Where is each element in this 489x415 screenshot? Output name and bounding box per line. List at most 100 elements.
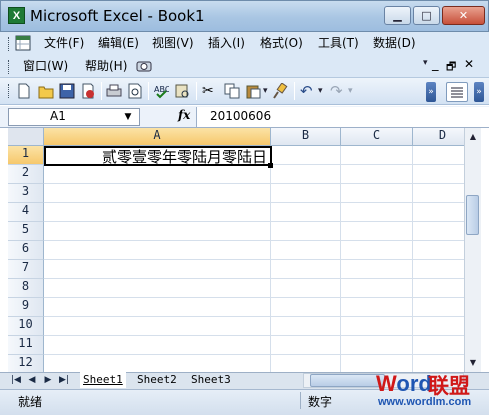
grid-line xyxy=(44,297,464,298)
sheet-tab-3[interactable]: Sheet3 xyxy=(188,372,234,388)
research-icon[interactable] xyxy=(136,59,152,73)
window-title: Microsoft Excel - Book1 xyxy=(30,7,205,25)
menu-insert[interactable]: 插入(I) xyxy=(205,34,248,52)
redo-dropdown-icon[interactable]: ▾ xyxy=(348,86,353,96)
open-icon[interactable] xyxy=(38,83,54,99)
format-painter-icon[interactable] xyxy=(272,82,288,99)
grid-line xyxy=(44,259,464,260)
paste-icon[interactable] xyxy=(245,83,261,99)
row-header[interactable]: 6 xyxy=(8,241,44,260)
doc-minimize-icon[interactable]: _ xyxy=(432,57,439,72)
cut-icon[interactable]: ✂ xyxy=(202,83,218,99)
grid-line xyxy=(44,316,464,317)
status-ready: 就绪 xyxy=(18,395,43,409)
row-header[interactable]: 3 xyxy=(8,184,44,203)
menu-window[interactable]: 窗口(W) xyxy=(20,57,71,75)
undo-icon[interactable]: ↶ xyxy=(300,83,316,99)
column-header-b[interactable]: B xyxy=(271,128,341,146)
scroll-up-icon[interactable]: ▲ xyxy=(465,129,481,145)
svg-text:ABC: ABC xyxy=(154,85,169,94)
horizontal-scroll-thumb[interactable] xyxy=(310,374,385,387)
grid-line xyxy=(44,335,464,336)
grid-line xyxy=(44,354,464,355)
print-icon[interactable] xyxy=(106,83,122,99)
close-button[interactable]: ✕ xyxy=(442,6,485,25)
toolbar-separator xyxy=(148,82,149,100)
excel-app-icon[interactable]: X xyxy=(8,7,25,24)
toolbar-separator xyxy=(101,82,102,100)
next-sheet-icon[interactable]: ▶ xyxy=(42,373,54,388)
scroll-down-icon[interactable]: ▼ xyxy=(465,355,481,371)
vertical-scrollbar[interactable] xyxy=(464,128,481,372)
name-box-dropdown-icon[interactable]: ▼ xyxy=(118,108,138,126)
align-button[interactable] xyxy=(446,82,468,102)
menu-options-arrow[interactable]: ▾ xyxy=(423,58,428,68)
cell-a1-value: 贰零壹零年零陆月零陆日 xyxy=(101,148,267,166)
cell-a1[interactable]: 贰零壹零年零陆月零陆日 xyxy=(44,146,272,166)
minimize-button[interactable]: ▁ xyxy=(384,6,411,25)
insert-function-icon[interactable]: fx xyxy=(178,108,190,122)
redo-icon[interactable]: ↷ xyxy=(330,83,346,99)
maximize-button[interactable]: □ xyxy=(413,6,440,25)
row-header[interactable]: 8 xyxy=(8,279,44,298)
doc-restore-icon[interactable]: 🗗 xyxy=(446,58,456,77)
sheet-tab-1[interactable]: Sheet1 xyxy=(80,372,126,388)
menu-view[interactable]: 视图(V) xyxy=(149,34,197,52)
doc-close-icon[interactable]: ✕ xyxy=(464,57,474,71)
row-header[interactable]: 11 xyxy=(8,336,44,355)
toolbar-separator xyxy=(196,82,197,100)
paste-dropdown-icon[interactable]: ▾ xyxy=(263,86,268,96)
fill-handle[interactable] xyxy=(268,163,273,168)
menu-format[interactable]: 格式(O) xyxy=(257,34,306,52)
row-header[interactable]: 9 xyxy=(8,298,44,317)
grid-line xyxy=(44,278,464,279)
last-sheet-icon[interactable]: ▶| xyxy=(58,373,70,388)
status-num-lock: 数字 xyxy=(308,395,333,409)
toolbar-separator xyxy=(294,82,295,100)
name-box-value: A1 xyxy=(50,109,66,123)
first-sheet-icon[interactable]: |◀ xyxy=(10,373,22,388)
permission-icon[interactable] xyxy=(80,83,96,99)
status-divider xyxy=(300,392,301,409)
menu-edit[interactable]: 编辑(E) xyxy=(95,34,142,52)
menubar-grip[interactable] xyxy=(8,37,11,51)
row-header[interactable]: 12 xyxy=(8,355,44,372)
toolbar-overflow-chevron[interactable]: » xyxy=(426,82,436,102)
sheet-tab-2[interactable]: Sheet2 xyxy=(134,372,180,388)
vertical-scroll-thumb[interactable] xyxy=(466,195,479,235)
row-header[interactable]: 5 xyxy=(8,222,44,241)
workbook-icon[interactable] xyxy=(14,34,32,52)
grid-line xyxy=(44,240,464,241)
menu-file[interactable]: 文件(F) xyxy=(41,34,87,52)
print-preview-icon[interactable] xyxy=(127,83,143,99)
toolbar-overflow-chevron-2[interactable]: » xyxy=(474,82,484,102)
column-header-c[interactable]: C xyxy=(341,128,413,146)
worksheet-grid[interactable]: A B C D 1 2 3 4 5 6 7 8 9 10 11 12 贰零壹零年… xyxy=(8,128,464,372)
undo-dropdown-icon[interactable]: ▾ xyxy=(318,86,323,96)
save-icon[interactable] xyxy=(59,83,75,99)
row-header[interactable]: 2 xyxy=(8,165,44,184)
row-header[interactable]: 4 xyxy=(8,203,44,222)
menubar-grip-2[interactable] xyxy=(8,60,11,74)
menu-help[interactable]: 帮助(H) xyxy=(82,57,130,75)
grid-line xyxy=(44,183,464,184)
copy-icon[interactable] xyxy=(224,83,240,99)
row-header[interactable]: 1 xyxy=(8,146,44,165)
menu-data[interactable]: 数据(D) xyxy=(370,34,419,52)
grid-line xyxy=(44,221,464,222)
select-all-corner[interactable] xyxy=(8,128,44,146)
research-toolbar-icon[interactable] xyxy=(174,83,190,99)
watermark-url: www.wordlm.com xyxy=(378,396,472,408)
watermark-logo: Word xyxy=(376,371,432,396)
spelling-icon[interactable]: ABC xyxy=(153,83,171,99)
toolbar-grip[interactable] xyxy=(8,84,11,98)
row-header[interactable]: 7 xyxy=(8,260,44,279)
column-header-d[interactable]: D xyxy=(413,128,464,146)
grid-line xyxy=(44,202,464,203)
column-header-a[interactable]: A xyxy=(44,128,271,146)
row-header[interactable]: 10 xyxy=(8,317,44,336)
formula-value: 20100606 xyxy=(210,109,272,123)
prev-sheet-icon[interactable]: ◀ xyxy=(26,373,38,388)
new-icon[interactable] xyxy=(16,83,32,99)
menu-tools[interactable]: 工具(T) xyxy=(315,34,362,52)
